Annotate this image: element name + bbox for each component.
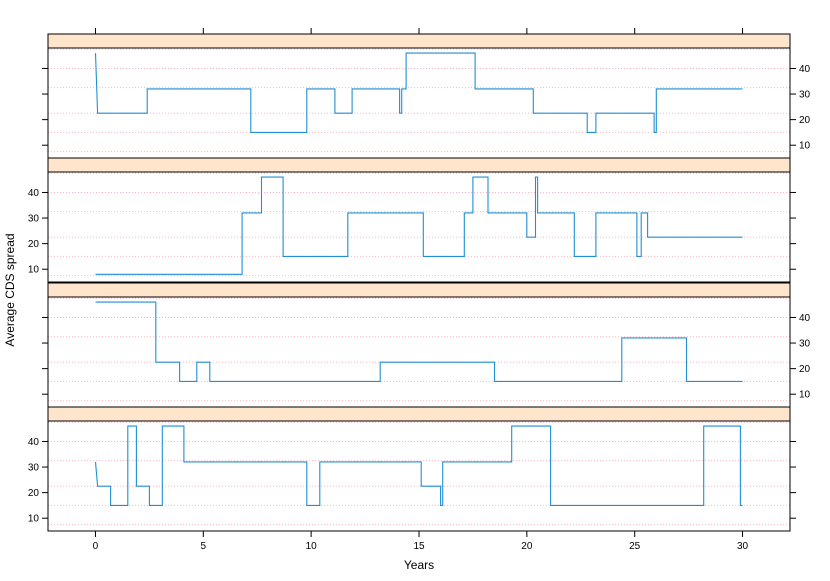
series-line-panel-1 bbox=[94, 52, 743, 133]
x-tick-label-0: 0 bbox=[93, 541, 99, 552]
y-tick-label-4-10: 10 bbox=[28, 514, 40, 525]
x-tick-label-25: 25 bbox=[629, 541, 641, 552]
y-tick-label-4-40: 40 bbox=[28, 437, 40, 448]
panel-4: 10 20 30 40 bbox=[28, 406, 796, 532]
panel-3: 10 20 30 40 bbox=[42, 282, 811, 408]
y-tick-label-4-20: 20 bbox=[28, 488, 40, 499]
x-tick-label-5: 5 bbox=[201, 541, 207, 552]
panels-group: 10 20 30 40 10 20 30 40 10 20 30 40 10 20 30 40 bbox=[28, 33, 811, 532]
x-tick-label-30: 30 bbox=[737, 541, 749, 552]
panel-strip-1 bbox=[47, 33, 791, 49]
panel-box-3 bbox=[47, 296, 791, 408]
series-line-panel-3 bbox=[95, 301, 743, 382]
lattice-step-chart: 10 20 30 40 10 20 30 40 10 20 30 40 10 20 30 40 0 5 10 15 2… bbox=[3, 28, 811, 572]
panel-strip-4 bbox=[47, 406, 791, 422]
panel-strip-2 bbox=[47, 157, 791, 173]
y-tick-label-1-10: 10 bbox=[799, 141, 811, 152]
y-tick-label-2-20: 20 bbox=[28, 239, 40, 250]
y-tick-label-3-40: 40 bbox=[799, 313, 811, 324]
y-tick-label-1-20: 20 bbox=[799, 115, 811, 126]
series-line-panel-4 bbox=[94, 425, 743, 506]
panel-box-4 bbox=[47, 420, 791, 532]
y-axis-title: Average CDS spread bbox=[3, 233, 17, 346]
x-tick-label-20: 20 bbox=[521, 541, 533, 552]
y-tick-label-3-30: 30 bbox=[799, 339, 811, 350]
panel-box-2 bbox=[47, 171, 791, 283]
y-tick-label-3-10: 10 bbox=[799, 390, 811, 401]
x-tick-label-15: 15 bbox=[413, 541, 425, 552]
y-tick-label-1-40: 40 bbox=[799, 64, 811, 75]
panel-strip-3 bbox=[47, 282, 791, 298]
y-tick-label-4-30: 30 bbox=[28, 463, 40, 474]
y-tick-label-2-30: 30 bbox=[28, 214, 40, 225]
y-tick-label-2-10: 10 bbox=[28, 265, 40, 276]
x-tick-label-10: 10 bbox=[306, 541, 318, 552]
panel-box-1 bbox=[47, 47, 791, 159]
y-tick-label-2-40: 40 bbox=[28, 188, 40, 199]
series-line-panel-2 bbox=[95, 176, 743, 275]
y-tick-label-3-20: 20 bbox=[799, 364, 811, 375]
panel-1: 10 20 30 40 bbox=[42, 33, 811, 159]
y-tick-label-1-30: 30 bbox=[799, 90, 811, 101]
x-axis-title: Years bbox=[404, 558, 434, 572]
panel-2: 10 20 30 40 bbox=[28, 157, 796, 283]
